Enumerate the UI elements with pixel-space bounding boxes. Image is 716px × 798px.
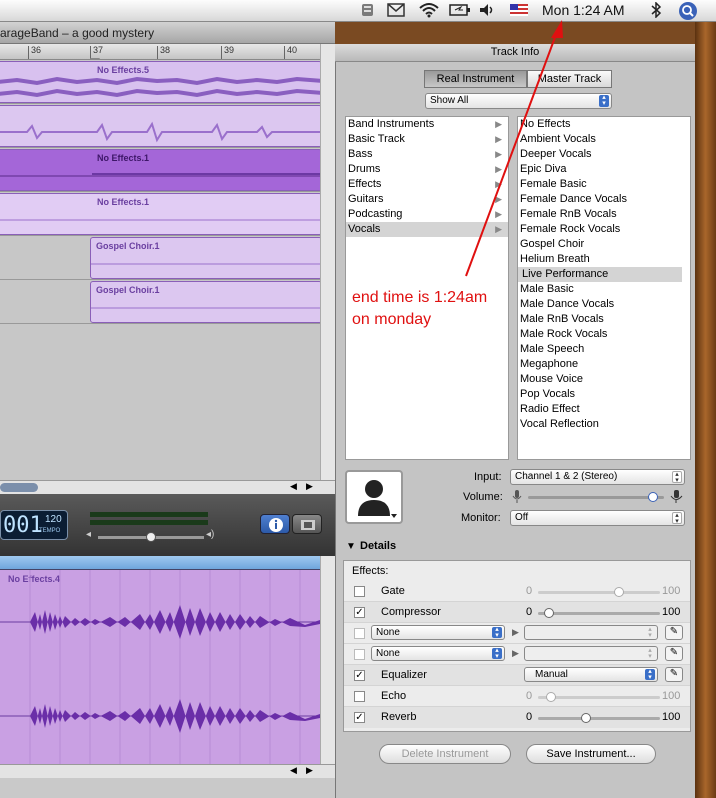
- annotation-text: end time is 1:24am on monday: [352, 287, 522, 331]
- annotation-arrow: [465, 20, 563, 277]
- annotation-line: end time is 1:24am: [352, 289, 488, 306]
- annotation-line: on monday: [352, 311, 432, 328]
